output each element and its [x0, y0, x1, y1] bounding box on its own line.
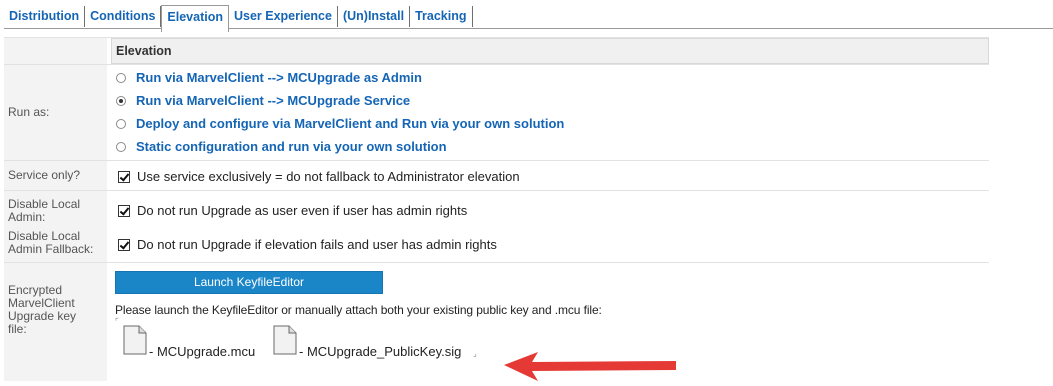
run-as-option-deploy[interactable]: Deploy and configure via MarvelClient an…	[116, 116, 564, 131]
tab-distribution[interactable]: Distribution	[6, 6, 86, 27]
service-only-checkbox[interactable]	[118, 170, 130, 183]
disable-local-admin-checkbox[interactable]	[118, 204, 130, 217]
tab-elevation[interactable]: Elevation	[161, 5, 229, 32]
run-as-row: Run as: Run via MarvelClient --> MCUpgra…	[4, 65, 989, 161]
run-as-option-label[interactable]: Run via MarvelClient --> MCUpgrade Servi…	[136, 93, 410, 108]
service-only-label: Service only?	[4, 161, 107, 190]
section-header-row: Elevation	[4, 37, 989, 65]
run-as-option-label[interactable]: Run via MarvelClient --> MCUpgrade as Ad…	[136, 70, 422, 85]
radio-button-selected[interactable]	[116, 95, 126, 106]
label-line: file:	[8, 322, 27, 336]
label-line: Admin:	[8, 210, 46, 224]
disable-local-admin-label: Disable Local Admin:	[4, 191, 107, 226]
red-arrow-annotation	[504, 352, 676, 381]
disable-local-admin-value: Do not run Upgrade as user even if user …	[112, 191, 989, 226]
run-as-option-admin[interactable]: Run via MarvelClient --> MCUpgrade as Ad…	[116, 70, 422, 85]
radio-button[interactable]	[116, 118, 126, 129]
elevation-form: Elevation Run as: Run via MarvelClient -…	[4, 37, 989, 381]
field-start-marker: ⌜	[115, 317, 119, 326]
run-as-option-label[interactable]: Static configuration and run via your ow…	[136, 139, 447, 154]
disable-local-admin-fallback-value: Do not run Upgrade if elevation fails an…	[112, 226, 989, 262]
tab-user-experience[interactable]: User Experience	[229, 6, 338, 27]
disable-local-admin-fallback-checkbox[interactable]	[118, 238, 130, 251]
disable-local-admin-text: Do not run Upgrade as user even if user …	[137, 203, 468, 218]
radio-button[interactable]	[116, 141, 126, 152]
document-icon[interactable]	[123, 325, 147, 355]
tab-tracking[interactable]: Tracking	[410, 6, 473, 27]
field-end-marker: ⌟	[473, 349, 477, 358]
tab-uninstall[interactable]: (Un)Install	[338, 6, 411, 27]
disable-local-admin-fallback-text: Do not run Upgrade if elevation fails an…	[137, 237, 497, 252]
key-file-row: Encrypted MarvelClient Upgrade key file:…	[4, 263, 989, 381]
document-icon[interactable]	[273, 325, 297, 355]
run-as-option-label[interactable]: Deploy and configure via MarvelClient an…	[136, 116, 564, 131]
disable-local-admin-fallback-option[interactable]: Do not run Upgrade if elevation fails an…	[118, 237, 497, 252]
service-only-value: Use service exclusively = do not fallbac…	[112, 161, 989, 190]
disable-local-admin-fallback-row: Disable Local Admin Fallback: Do not run…	[4, 226, 989, 263]
attachment-mcu[interactable]: - MCUpgrade.mcu	[149, 344, 255, 359]
disable-local-admin-row: Disable Local Admin: Do not run Upgrade …	[4, 191, 989, 226]
disable-local-admin-option[interactable]: Do not run Upgrade as user even if user …	[118, 203, 467, 218]
run-as-label: Run as:	[4, 65, 107, 160]
attachment-public-key[interactable]: - MCUpgrade_PublicKey.sig	[299, 344, 461, 359]
label-line: Admin Fallback:	[8, 242, 94, 256]
run-as-option-static[interactable]: Static configuration and run via your ow…	[116, 139, 447, 154]
tab-bar: Distribution Conditions Elevation User E…	[6, 5, 473, 32]
run-as-options: Run via MarvelClient --> MCUpgrade as Ad…	[112, 65, 989, 160]
header-label-cell	[4, 38, 107, 64]
key-file-label: Encrypted MarvelClient Upgrade key file:	[4, 263, 107, 381]
section-header: Elevation	[111, 38, 989, 64]
service-only-text: Use service exclusively = do not fallbac…	[137, 169, 520, 184]
tab-conditions[interactable]: Conditions	[85, 6, 162, 27]
disable-local-admin-fallback-label: Disable Local Admin Fallback:	[4, 226, 107, 262]
run-as-option-service[interactable]: Run via MarvelClient --> MCUpgrade Servi…	[116, 93, 410, 108]
radio-button[interactable]	[116, 72, 126, 83]
service-only-option[interactable]: Use service exclusively = do not fallbac…	[118, 169, 520, 184]
service-only-row: Service only? Use service exclusively = …	[4, 161, 989, 191]
launch-keyfile-editor-button[interactable]: Launch KeyfileEditor	[115, 271, 383, 294]
key-file-note: Please launch the KeyfileEditor or manua…	[115, 303, 602, 317]
